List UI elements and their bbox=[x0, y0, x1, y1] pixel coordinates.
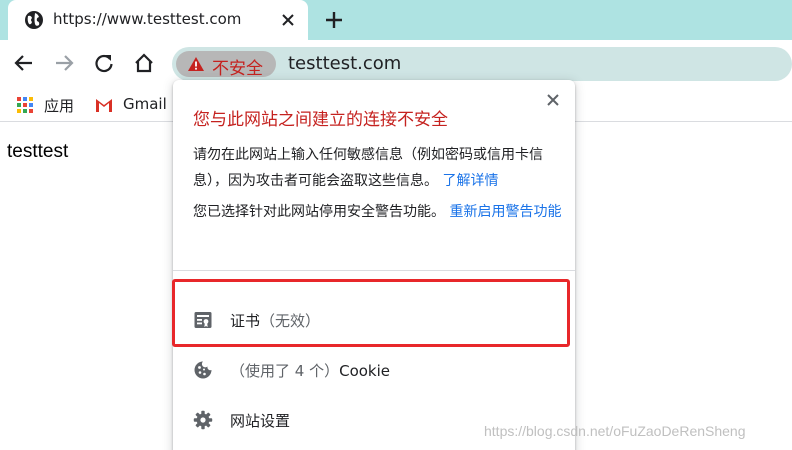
popup-description: 请勿在此网站上输入任何敏感信息（例如密码或信用卡信息），因为攻击者可能会盗取这些… bbox=[193, 142, 565, 194]
close-icon[interactable] bbox=[546, 93, 560, 107]
popup-title: 您与此网站之间建立的连接不安全 bbox=[193, 110, 448, 130]
page-body-text: testtest bbox=[7, 141, 69, 162]
watermark-text: https://blog.csdn.net/oFuZaoDeRenSheng bbox=[484, 423, 746, 439]
warning-disabled-text: 您已选择针对此网站停用安全警告功能。 bbox=[193, 204, 445, 220]
divider bbox=[173, 270, 575, 271]
browser-window: https://www.testtest.com 不安全 testtest.co… bbox=[0, 0, 792, 450]
security-chip-label: 不安全 bbox=[212, 59, 263, 79]
bookmark-gmail[interactable]: Gmail bbox=[95, 94, 175, 116]
annotation-highlight-box bbox=[172, 279, 570, 347]
cookies-label-text: Cookie bbox=[339, 362, 391, 380]
cookie-icon bbox=[194, 361, 212, 379]
bookmark-apps[interactable]: 应用 bbox=[16, 94, 86, 116]
gear-icon bbox=[193, 410, 213, 430]
site-settings-label: 网站设置 bbox=[230, 412, 291, 430]
home-icon[interactable] bbox=[133, 52, 155, 74]
arrow-left-icon[interactable] bbox=[13, 52, 35, 74]
reload-icon[interactable] bbox=[93, 52, 115, 74]
browser-tab[interactable]: https://www.testtest.com bbox=[8, 0, 308, 40]
popup-warning-disabled: 您已选择针对此网站停用安全警告功能。 重新启用警告功能 bbox=[193, 199, 565, 225]
site-info-popup: 您与此网站之间建立的连接不安全 请勿在此网站上输入任何敏感信息（例如密码或信用卡… bbox=[173, 80, 575, 450]
cookies-label: （使用了 4 个）Cookie bbox=[230, 360, 390, 381]
url-text[interactable]: testtest.com bbox=[288, 53, 401, 74]
arrow-right-icon[interactable] bbox=[53, 52, 75, 74]
cookies-count: （使用了 4 个） bbox=[230, 362, 340, 380]
apps-grid-icon bbox=[17, 97, 33, 113]
reenable-warning-link[interactable]: 重新启用警告功能 bbox=[449, 204, 561, 220]
security-chip[interactable]: 不安全 bbox=[176, 51, 276, 79]
learn-more-link[interactable]: 了解详情 bbox=[442, 173, 498, 189]
bookmark-gmail-label: Gmail bbox=[123, 95, 167, 113]
warning-icon bbox=[188, 57, 204, 71]
gmail-icon bbox=[96, 99, 112, 112]
tab-strip: https://www.testtest.com bbox=[0, 0, 792, 40]
bookmark-apps-label: 应用 bbox=[44, 97, 75, 115]
close-tab-icon[interactable] bbox=[280, 12, 296, 28]
globe-icon bbox=[25, 11, 43, 29]
cookies-row[interactable]: （使用了 4 个）Cookie bbox=[173, 346, 575, 394]
new-tab-icon[interactable] bbox=[324, 10, 344, 30]
address-bar[interactable]: 不安全 testtest.com bbox=[172, 47, 792, 81]
tab-title: https://www.testtest.com bbox=[53, 10, 242, 28]
